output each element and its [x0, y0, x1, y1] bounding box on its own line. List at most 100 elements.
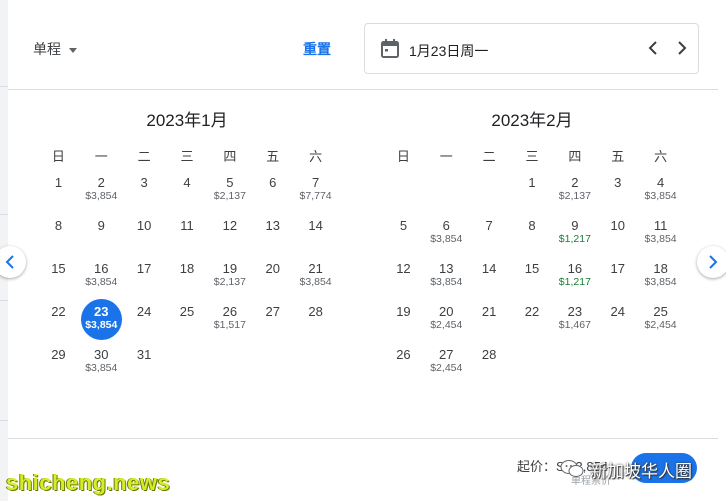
- day-number: 20: [265, 261, 280, 276]
- day-number: [166, 342, 209, 347]
- day-number: 10: [610, 218, 625, 233]
- calendar-day[interactable]: 6 $3,854: [425, 213, 468, 256]
- calendar-day[interactable]: 6: [251, 170, 294, 213]
- calendar-day[interactable]: 22: [511, 299, 554, 342]
- calendar-day[interactable]: 14: [468, 256, 511, 299]
- calendar-day[interactable]: 13 $3,854: [425, 256, 468, 299]
- calendar-day[interactable]: 12: [382, 256, 425, 299]
- day-price: $2,454: [430, 362, 463, 374]
- weekday-label: 五: [611, 149, 625, 164]
- calendar-day[interactable]: 4 $3,854: [639, 170, 682, 213]
- weekday-label: 五: [266, 149, 280, 164]
- calendar-day[interactable]: 4: [166, 170, 209, 213]
- calendar-day[interactable]: 21: [468, 299, 511, 342]
- calendar-day[interactable]: 25: [166, 299, 209, 342]
- reset-button[interactable]: 重置: [303, 39, 331, 59]
- calendar-day-selected[interactable]: 23 $3,854: [80, 299, 123, 342]
- calendar-day[interactable]: 23 $1,467: [553, 299, 596, 342]
- calendar-day[interactable]: 10: [596, 213, 639, 256]
- calendar-day[interactable]: 8: [37, 213, 80, 256]
- calendar-day[interactable]: 17: [123, 256, 166, 299]
- calendar-day[interactable]: 2 $3,854: [80, 170, 123, 213]
- calendar-day[interactable]: 31: [123, 342, 166, 385]
- day-number: 25: [653, 304, 668, 319]
- calendar-day[interactable]: 19: [382, 299, 425, 342]
- calendar-week: 15 16 $3,854 17 18 19 $2,137 20 21 $3,854: [37, 256, 337, 299]
- next-month-button[interactable]: [697, 246, 726, 278]
- day-number: 14: [308, 218, 323, 233]
- calendar-day[interactable]: 25 $2,454: [639, 299, 682, 342]
- calendar-day[interactable]: 9: [80, 213, 123, 256]
- chevron-left-icon: [5, 255, 14, 269]
- day-number: [468, 170, 511, 175]
- day-number: [596, 342, 639, 347]
- watermark-account-name: 新加坡华人圈: [590, 461, 692, 481]
- calendar-day[interactable]: 3: [596, 170, 639, 213]
- day-number: 7: [311, 175, 320, 190]
- calendar-day[interactable]: 1: [37, 170, 80, 213]
- calendar-day[interactable]: 27 $2,454: [425, 342, 468, 385]
- calendar-day[interactable]: 28: [468, 342, 511, 385]
- calendar-day[interactable]: 24: [596, 299, 639, 342]
- calendar-day-empty: [596, 342, 639, 385]
- calendar-week: 5 6 $3,854 7 8 9 $1,217 10 11 $3,854: [382, 213, 682, 256]
- day-number: 29: [51, 347, 66, 362]
- previous-date-button[interactable]: [642, 37, 664, 59]
- calendar-day[interactable]: 28: [294, 299, 337, 342]
- calendar-day[interactable]: 15: [511, 256, 554, 299]
- month-february: 2023年2月 日一二三四五六 1 2 $2,137 3 4 $3,854 5 6 $3,854…: [382, 108, 682, 385]
- calendar-day[interactable]: 2 $2,137: [553, 170, 596, 213]
- day-number: 22: [51, 304, 66, 319]
- calendar-day[interactable]: 7: [468, 213, 511, 256]
- weekday-label: 一: [94, 149, 108, 164]
- calendar-day[interactable]: 5 $2,137: [208, 170, 251, 213]
- calendar-day[interactable]: 18: [166, 256, 209, 299]
- calendar-day[interactable]: 1: [511, 170, 554, 213]
- calendar-day[interactable]: 26 $1,517: [208, 299, 251, 342]
- weekday-label: 二: [137, 149, 151, 164]
- chevron-down-icon: [69, 47, 77, 53]
- chevron-right-icon: [678, 41, 687, 55]
- calendar-day[interactable]: 11 $3,854: [639, 213, 682, 256]
- calendar-day[interactable]: 24: [123, 299, 166, 342]
- trip-type-label: 单程: [33, 41, 61, 57]
- calendar-day[interactable]: 19 $2,137: [208, 256, 251, 299]
- calendar-week: 12 13 $3,854 14 15 16 $1,217 17 18 $3,854: [382, 256, 682, 299]
- calendar-day[interactable]: 20 $2,454: [425, 299, 468, 342]
- calendar-day[interactable]: 16 $3,854: [80, 256, 123, 299]
- calendar-day[interactable]: 20: [251, 256, 294, 299]
- trip-type-dropdown[interactable]: 单程: [33, 39, 77, 59]
- day-number: 14: [481, 261, 497, 276]
- departure-date-field[interactable]: 1月23日周一: [364, 23, 699, 74]
- calendar-day[interactable]: 5: [382, 213, 425, 256]
- calendar-day[interactable]: 12: [208, 213, 251, 256]
- calendar-day[interactable]: 29: [37, 342, 80, 385]
- day-number: 30: [94, 347, 109, 362]
- calendar-day[interactable]: 14: [294, 213, 337, 256]
- calendar-day[interactable]: 26: [382, 342, 425, 385]
- calendar-day[interactable]: 16 $1,217: [553, 256, 596, 299]
- calendar-day[interactable]: 15: [37, 256, 80, 299]
- day-number: 11: [180, 218, 194, 233]
- calendar-day[interactable]: 30 $3,854: [80, 342, 123, 385]
- chevron-right-icon: [709, 255, 718, 269]
- calendar-day[interactable]: 27: [251, 299, 294, 342]
- calendar-day[interactable]: 22: [37, 299, 80, 342]
- calendar-icon: [381, 39, 399, 58]
- calendar-day[interactable]: 21 $3,854: [294, 256, 337, 299]
- day-number: 21: [481, 304, 497, 319]
- calendar-day[interactable]: 8: [511, 213, 554, 256]
- day-price: $1,217: [558, 233, 591, 245]
- calendar-day[interactable]: 18 $3,854: [639, 256, 682, 299]
- calendar-day[interactable]: 10: [123, 213, 166, 256]
- calendar-day[interactable]: 3: [123, 170, 166, 213]
- calendar-day[interactable]: 13: [251, 213, 294, 256]
- calendar-day[interactable]: 9 $1,217: [553, 213, 596, 256]
- next-date-button[interactable]: [671, 37, 693, 59]
- day-price: $7,774: [299, 190, 332, 202]
- calendar-day[interactable]: 7 $7,774: [294, 170, 337, 213]
- calendar-day[interactable]: 11: [166, 213, 209, 256]
- calendar-day[interactable]: 17: [596, 256, 639, 299]
- day-number: 22: [524, 304, 540, 319]
- day-number: 12: [222, 218, 238, 233]
